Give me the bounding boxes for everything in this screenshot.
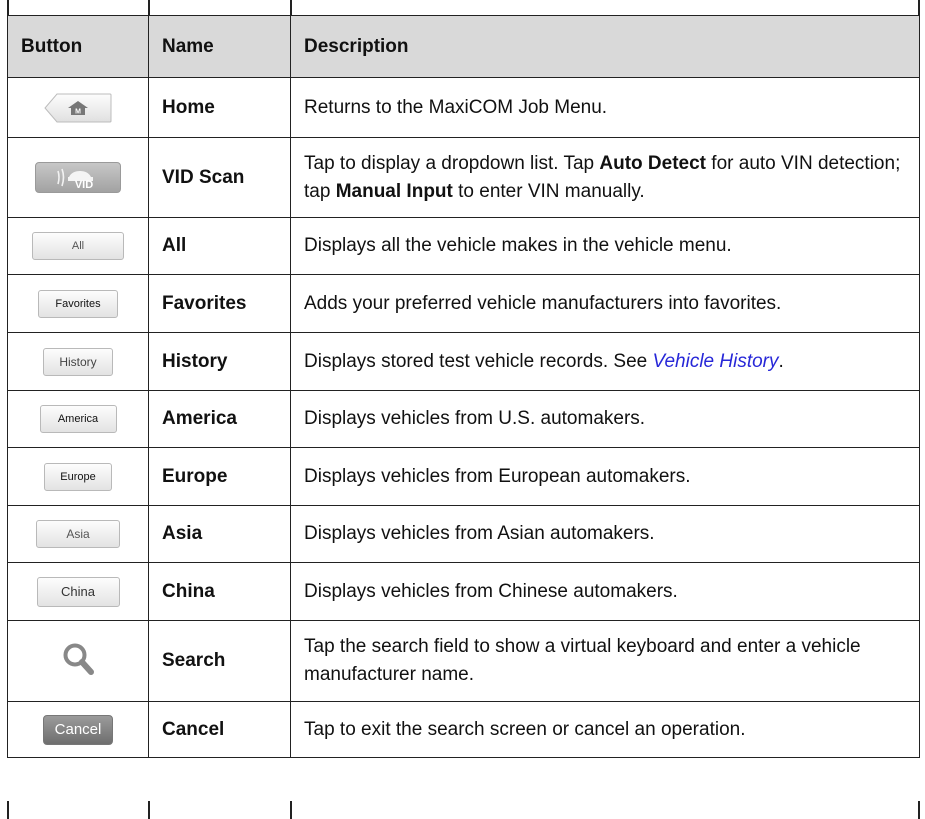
table-row-america: America America Displays vehicles from U… (7, 390, 920, 448)
button-cell: History (7, 332, 149, 391)
table-border-stub (290, 801, 292, 819)
button-cell: VID (7, 137, 149, 218)
button-cell: Asia (7, 505, 149, 563)
desc-text: Tap to exit the search screen or cancel … (304, 718, 746, 740)
desc-text: Displays vehicles from Asian automakers. (304, 523, 655, 544)
row-description: Displays vehicles from European automake… (290, 447, 920, 506)
row-name: VID Scan (148, 137, 291, 218)
button-cell: All (7, 217, 149, 275)
table-row-europe: Europe Europe Displays vehicles from Eur… (7, 447, 920, 506)
desc-text: Displays vehicles from European automake… (304, 465, 691, 487)
row-name: All (148, 217, 291, 275)
table-row-home: M Home Returns to the MaxiCOM Job Menu. (7, 77, 920, 138)
header-description: Description (290, 15, 920, 78)
vid-scan-button[interactable]: VID (35, 162, 121, 193)
desc-text: Returns to the MaxiCOM Job Menu. (304, 96, 608, 118)
china-button[interactable]: China (36, 576, 120, 607)
button-cell: America (7, 390, 149, 448)
row-name: China (148, 562, 291, 621)
button-cell: Favorites (7, 274, 149, 333)
header-button: Button (7, 15, 149, 78)
home-button[interactable]: M (44, 93, 112, 123)
button-cell: Cancel (7, 701, 149, 758)
table-row-vid-scan: VID VID Scan Tap to display a dropdown l… (7, 137, 920, 218)
button-cell: China (7, 562, 149, 621)
desc-text: to enter VIN manually. (452, 180, 645, 202)
header-name: Name (148, 15, 291, 78)
button-reference-table: Button Name Description M Home Returns t… (7, 15, 920, 758)
button-cell: Europe (7, 447, 149, 506)
table-row-favorites: Favorites Favorites Adds your preferred … (7, 274, 920, 333)
cancel-button[interactable]: Cancel (43, 714, 113, 745)
vehicle-history-link[interactable]: Vehicle History (653, 351, 779, 372)
row-name: Home (148, 77, 291, 138)
desc-text: Tap to display a dropdown list. Tap (304, 152, 600, 174)
row-description: Tap the search field to show a virtual k… (290, 620, 920, 702)
table-border-stub (290, 0, 292, 15)
table-border-stub (148, 801, 150, 819)
svg-text:VID: VID (75, 179, 93, 191)
desc-text: Displays vehicles from Chinese automaker… (304, 580, 678, 602)
desc-text: Displays stored test vehicle records. Se… (304, 350, 653, 372)
all-button[interactable]: All (32, 232, 124, 260)
favorites-button[interactable]: Favorites (38, 289, 118, 318)
table-border-stub (918, 801, 920, 819)
table-border-stub (7, 0, 9, 15)
row-description: Displays stored test vehicle records. Se… (290, 332, 920, 391)
desc-text: Displays vehicles from U.S. automakers. (304, 408, 646, 429)
table-row-all: All All Displays all the vehicle makes i… (7, 217, 920, 275)
row-description: Displays vehicles from Chinese automaker… (290, 562, 920, 621)
table-border-stub (148, 0, 150, 15)
search-button[interactable] (61, 642, 95, 681)
row-name: Cancel (148, 701, 291, 758)
table-border-stub (918, 0, 920, 15)
page: Button Name Description M Home Returns t… (0, 0, 925, 819)
table-row-history: History History Displays stored test veh… (7, 332, 920, 391)
history-button[interactable]: History (43, 347, 113, 376)
row-description: Displays vehicles from Asian automakers. (290, 505, 920, 563)
table-row-search: Search Tap the search field to show a vi… (7, 620, 920, 702)
america-button[interactable]: America (39, 405, 117, 433)
desc-bold-term: Manual Input (335, 180, 453, 202)
row-name: Favorites (148, 274, 291, 333)
row-name: History (148, 332, 291, 391)
europe-button[interactable]: Europe (44, 462, 112, 491)
desc-text: Adds your preferred vehicle manufacturer… (304, 292, 782, 314)
table-row-china: China China Displays vehicles from Chine… (7, 562, 920, 621)
row-description: Tap to display a dropdown list. Tap Auto… (290, 137, 920, 218)
vid-scan-icon: VID (57, 168, 93, 191)
row-description: Displays all the vehicle makes in the ve… (290, 217, 920, 275)
asia-button[interactable]: Asia (36, 520, 120, 548)
desc-bold-term: Auto Detect (599, 152, 707, 174)
row-name: Europe (148, 447, 291, 506)
desc-text: . (778, 350, 784, 372)
table-row-asia: Asia Asia Displays vehicles from Asian a… (7, 505, 920, 563)
row-description: Displays vehicles from U.S. automakers. (290, 390, 920, 448)
row-name: America (148, 390, 291, 448)
row-description: Tap to exit the search screen or cancel … (290, 701, 920, 758)
desc-text: Displays all the vehicle makes in the ve… (304, 235, 732, 256)
home-icon: M (44, 93, 112, 122)
button-cell: M (7, 77, 149, 138)
table-header-row: Button Name Description (7, 15, 920, 78)
table-border-stub (7, 801, 9, 819)
desc-text: Tap the search field to show a virtual k… (304, 636, 861, 685)
row-description: Adds your preferred vehicle manufacturer… (290, 274, 920, 333)
row-name: Asia (148, 505, 291, 563)
search-icon (63, 643, 94, 675)
button-cell (7, 620, 149, 702)
table-row-cancel: Cancel Cancel Tap to exit the search scr… (7, 701, 920, 758)
row-name: Search (148, 620, 291, 702)
row-description: Returns to the MaxiCOM Job Menu. (290, 77, 920, 138)
svg-text:M: M (75, 108, 81, 115)
